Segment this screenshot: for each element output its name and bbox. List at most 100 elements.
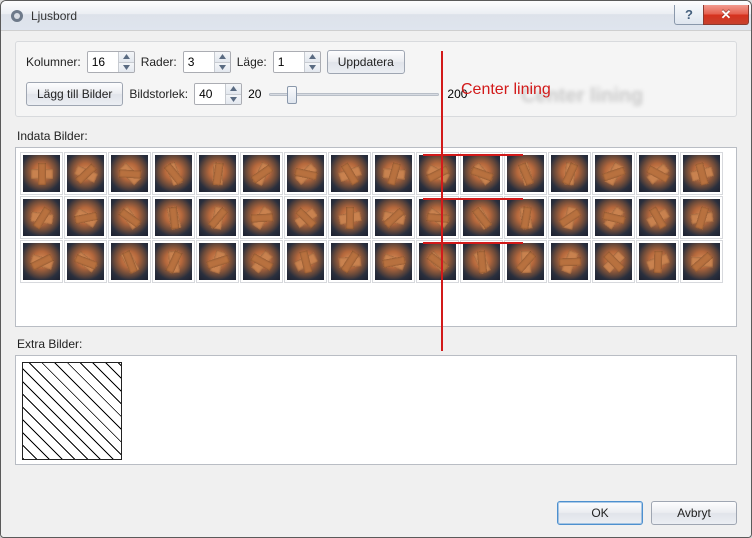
image-size-slider[interactable]	[269, 85, 439, 103]
image-thumb[interactable]	[636, 152, 679, 195]
thumb-image-icon	[507, 243, 544, 280]
thumb-image-icon	[375, 155, 412, 192]
image-size-spinbox[interactable]	[194, 83, 242, 105]
image-thumb[interactable]	[328, 240, 371, 283]
image-thumb[interactable]	[636, 196, 679, 239]
image-thumb[interactable]	[548, 240, 591, 283]
image-thumb[interactable]	[504, 152, 547, 195]
extra-placeholder-thumb[interactable]	[22, 362, 122, 460]
image-thumb[interactable]	[416, 152, 459, 195]
image-thumb[interactable]	[548, 152, 591, 195]
image-thumb[interactable]	[240, 152, 283, 195]
image-thumb[interactable]	[20, 196, 63, 239]
thumb-image-icon	[639, 199, 676, 236]
cancel-button[interactable]: Avbryt	[651, 501, 737, 525]
image-thumb[interactable]	[240, 196, 283, 239]
rows-input[interactable]	[184, 52, 214, 72]
thumb-image-icon	[243, 243, 280, 280]
image-thumb[interactable]	[460, 240, 503, 283]
image-thumb[interactable]	[592, 240, 635, 283]
mode-spinbox[interactable]	[273, 51, 321, 73]
image-thumb[interactable]	[636, 240, 679, 283]
thumb-image-icon	[23, 199, 60, 236]
image-thumb[interactable]	[504, 196, 547, 239]
image-thumb[interactable]	[592, 152, 635, 195]
ok-button[interactable]: OK	[557, 501, 643, 525]
image-thumb[interactable]	[20, 152, 63, 195]
image-thumb[interactable]	[548, 196, 591, 239]
thumb-image-icon	[551, 199, 588, 236]
thumb-image-icon	[155, 199, 192, 236]
columns-spinbox[interactable]	[87, 51, 135, 73]
thumb-image-icon	[287, 155, 324, 192]
image-thumb[interactable]	[196, 196, 239, 239]
settings-row-2: Lägg till Bilder Bildstorlek: 20 200	[26, 82, 726, 106]
image-thumb[interactable]	[328, 196, 371, 239]
image-thumb[interactable]	[108, 196, 151, 239]
update-button[interactable]: Uppdatera	[327, 50, 405, 74]
slider-thumb[interactable]	[287, 86, 297, 104]
image-thumb[interactable]	[372, 196, 415, 239]
close-button[interactable]: ✕	[703, 5, 749, 25]
thumb-image-icon	[551, 155, 588, 192]
mode-input[interactable]	[274, 52, 304, 72]
image-thumb[interactable]	[460, 196, 503, 239]
image-thumb[interactable]	[372, 152, 415, 195]
rows-spin-down[interactable]	[215, 62, 230, 73]
image-thumb[interactable]	[416, 196, 459, 239]
image-size-spin-down[interactable]	[226, 94, 241, 105]
window-buttons: ? ✕	[674, 5, 749, 25]
thumb-image-icon	[243, 155, 280, 192]
image-thumb[interactable]	[196, 152, 239, 195]
image-thumb[interactable]	[504, 240, 547, 283]
image-thumb[interactable]	[108, 240, 151, 283]
image-thumb[interactable]	[152, 152, 195, 195]
image-thumb[interactable]	[460, 152, 503, 195]
thumb-image-icon	[551, 243, 588, 280]
image-size-spin-up[interactable]	[226, 84, 241, 94]
columns-input[interactable]	[88, 52, 118, 72]
mode-spin-up[interactable]	[305, 52, 320, 62]
image-thumb[interactable]	[240, 240, 283, 283]
rows-spin-up[interactable]	[215, 52, 230, 62]
image-thumb[interactable]	[64, 152, 107, 195]
dialog-window: Ljusbord ? ✕ Kolumner: Rader:	[0, 0, 752, 538]
client-area: Kolumner: Rader: Läge:	[1, 31, 751, 537]
columns-spin-up[interactable]	[119, 52, 134, 62]
add-images-button[interactable]: Lägg till Bilder	[26, 82, 123, 106]
image-thumb[interactable]	[196, 240, 239, 283]
settings-group: Kolumner: Rader: Läge:	[15, 41, 737, 117]
thumb-image-icon	[331, 243, 368, 280]
thumb-image-icon	[111, 155, 148, 192]
rows-spinbox[interactable]	[183, 51, 231, 73]
image-size-input[interactable]	[195, 84, 225, 104]
thumb-image-icon	[199, 199, 236, 236]
image-thumb[interactable]	[416, 240, 459, 283]
image-thumb[interactable]	[680, 152, 723, 195]
thumb-image-icon	[683, 155, 720, 192]
image-thumb[interactable]	[64, 240, 107, 283]
help-button[interactable]: ?	[674, 5, 704, 25]
image-thumb[interactable]	[64, 196, 107, 239]
image-thumb[interactable]	[20, 240, 63, 283]
image-thumb[interactable]	[680, 196, 723, 239]
thumb-image-icon	[463, 243, 500, 280]
image-thumb[interactable]	[284, 152, 327, 195]
image-thumb[interactable]	[108, 152, 151, 195]
extra-images-panel	[15, 355, 737, 465]
thumb-image-icon	[155, 155, 192, 192]
image-thumb[interactable]	[372, 240, 415, 283]
image-thumb[interactable]	[152, 240, 195, 283]
thumb-image-icon	[199, 243, 236, 280]
image-thumb[interactable]	[284, 196, 327, 239]
image-thumb[interactable]	[328, 152, 371, 195]
image-thumb[interactable]	[152, 196, 195, 239]
thumb-image-icon	[595, 243, 632, 280]
hatch-pattern-icon	[23, 363, 121, 459]
image-thumb[interactable]	[284, 240, 327, 283]
image-thumb[interactable]	[592, 196, 635, 239]
mode-spin-down[interactable]	[305, 62, 320, 73]
image-thumb[interactable]	[680, 240, 723, 283]
columns-spin-down[interactable]	[119, 62, 134, 73]
thumb-image-icon	[463, 199, 500, 236]
